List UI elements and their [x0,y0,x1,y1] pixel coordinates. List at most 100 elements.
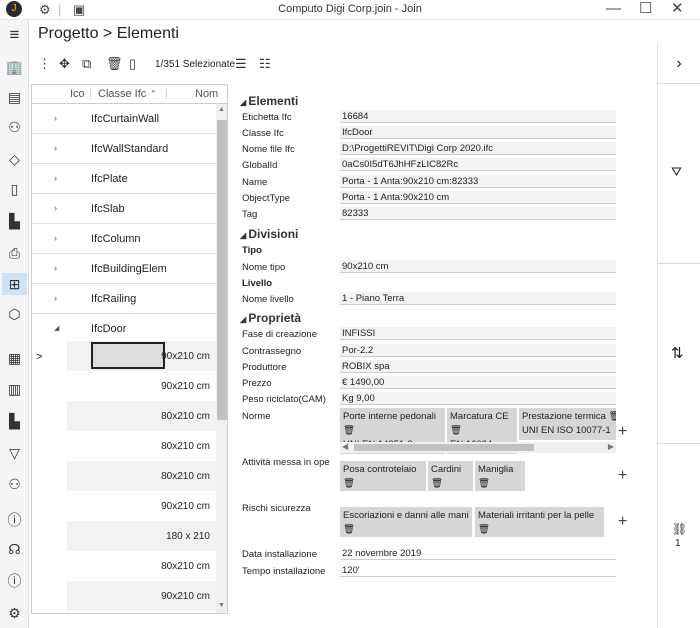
trash-icon[interactable]: 🗑 [431,478,443,489]
scrollbar-thumb[interactable] [217,120,227,420]
door-row[interactable]: 80x210 cm [67,551,216,581]
hamburger-menu-icon[interactable]: ≡ [2,24,27,46]
book-icon[interactable]: ▯ [2,178,27,200]
prop-value[interactable]: Por-2.2 [340,344,616,357]
prop-value[interactable]: Kg 9,00 [340,392,616,405]
headset-icon[interactable]: ☊ [2,538,27,560]
info-icon[interactable]: ⓘ [2,570,27,592]
filter-icon[interactable]: ▽ [2,442,27,464]
trash-icon[interactable]: 🗑 [343,425,355,436]
attachment-icon[interactable]: ⛓ [672,522,687,536]
scrollbar-thumb[interactable] [354,444,534,451]
attivita-tag[interactable]: Posa controtelaio 🗑 [340,461,426,491]
list-export-icon[interactable]: ☰ [235,54,247,74]
minimize-button[interactable]: — [606,1,621,17]
chevron-right-icon[interactable]: › [54,233,57,243]
trash-icon[interactable]: 🗑 [343,524,355,535]
add-norma-button[interactable]: + [618,424,627,440]
gear-icon[interactable]: ⚙ [2,602,27,624]
door-row[interactable]: 80x210 cm [67,401,216,431]
prop-value[interactable]: Porta - 1 Anta:90x210 cm [340,191,616,204]
trash-icon[interactable]: 🗑 [343,478,355,489]
list-settings-icon[interactable]: ☷ [259,54,271,74]
breadcrumb[interactable]: Progetto > Elementi [38,25,179,43]
report-icon[interactable]: ▙ [2,410,27,432]
maximize-button[interactable]: ☐ [639,1,652,17]
rischio-tag[interactable]: Escoriazioni e danni alle mani 🗑 [340,507,472,537]
column-classe-ifc[interactable]: Classe Ifc [98,88,146,100]
section-divisioni[interactable]: ◢ Divisioni [240,227,298,241]
door-row[interactable]: 90x210 cm [67,341,216,371]
section-elementi[interactable]: ◢ Elementi [240,94,298,108]
prop-value[interactable]: 1 - Piano Terra [340,292,616,305]
tree-row[interactable]: › IfcBuildingElem [32,254,216,284]
prop-value[interactable]: 22 novembre 2019 [340,547,616,560]
grid-icon[interactable]: ▦ [2,347,27,369]
chevron-down-icon[interactable]: ◢ [54,324,59,332]
sort-up-icon[interactable]: ⌃ [150,89,157,98]
document-icon[interactable]: ▤ [2,86,27,108]
column-ico[interactable]: Ico [70,88,85,100]
copy-icon[interactable]: ⧉ [82,54,91,74]
prop-value[interactable]: 90x210 cm [340,260,616,273]
help-icon[interactable]: ⓘ [2,509,27,531]
clipboard-icon[interactable]: ▯ [129,54,136,74]
prop-value[interactable]: 120' [340,564,616,577]
rischio-tag[interactable]: Materiali irritanti per la pelle 🗑 [475,507,604,537]
scroll-up-icon[interactable]: ▲ [218,106,225,113]
tree-row[interactable]: › IfcPlate [32,164,216,194]
printer-icon[interactable]: ⎙ [2,242,27,264]
tag-icon[interactable]: ◇ [2,148,27,170]
door-row[interactable]: 80x210 cm [67,461,216,491]
chevron-right-icon[interactable]: › [658,44,700,84]
chart-icon[interactable]: ▙ [2,210,27,232]
prop-value[interactable]: IfcDoor [340,126,616,139]
add-attivita-button[interactable]: + [618,468,627,484]
hierarchy-icon[interactable]: ⋮ [38,54,51,74]
section-proprieta[interactable]: ◢ Proprietà [240,311,301,325]
door-row[interactable]: 90x210 cm [67,581,216,611]
building-icon[interactable]: 🏢 [2,56,27,78]
chevron-right-icon[interactable]: › [54,143,57,153]
tree-row[interactable]: › IfcColumn [32,224,216,254]
scroll-down-icon[interactable]: ▼ [218,602,225,609]
users-icon[interactable]: ⚇ [2,116,27,138]
chevron-right-icon[interactable]: › [54,293,57,303]
library-icon[interactable]: ▥ [2,378,27,400]
chevron-right-icon[interactable]: › [54,113,57,123]
prop-value[interactable]: 0aCs0I5dT6JhHFzLIC82Rc [340,158,616,171]
vertical-scrollbar[interactable]: ▲ ▼ [216,104,227,613]
prop-value[interactable]: Porta - 1 Anta:90x210 cm:82333 [340,175,616,188]
prop-value[interactable]: € 1490,00 [340,376,616,389]
close-button[interactable]: ✕ [671,1,684,17]
door-row[interactable]: 90x210 cm [67,371,216,401]
team-icon[interactable]: ⚇ [2,473,27,495]
scroll-left-icon[interactable]: ◀ [342,442,348,451]
selected-cell[interactable] [91,342,165,369]
sort-arrows-icon[interactable]: ⇅ [671,344,684,362]
prop-value[interactable]: 16684 [340,110,616,123]
add-rischio-button[interactable]: + [618,514,627,530]
elements-icon[interactable]: ⊞ [2,273,27,295]
door-row[interactable]: 180 x 210 [67,521,216,551]
door-row[interactable]: 80x210 cm [67,431,216,461]
tree-row-expanded[interactable]: ◢ IfcDoor [32,314,216,344]
chevron-right-icon[interactable]: › [54,263,57,273]
norma-tag[interactable]: Prestazione termica 🗑 UNI EN ISO 10077-1 [519,408,616,440]
door-row[interactable]: 90x210 cm [67,491,216,521]
cube-icon[interactable]: ⬡ [2,303,27,325]
chevron-right-icon[interactable]: › [54,173,57,183]
tree-row[interactable]: › IfcCurtainWall [32,104,216,134]
move-icon[interactable]: ✥ [59,54,70,74]
trash-icon[interactable]: 🗑 [478,524,490,535]
chevron-right-icon[interactable]: › [54,203,57,213]
tree-row[interactable]: › IfcWallStandard [32,134,216,164]
trash-icon[interactable]: 🗑 [450,425,462,436]
scroll-right-icon[interactable]: ▶ [608,442,614,451]
prop-value[interactable]: ROBIX spa [340,360,616,373]
tree-row[interactable]: › IfcSlab [32,194,216,224]
prop-value[interactable]: 82333 [340,207,616,220]
attivita-tag[interactable]: Cardini 🗑 [428,461,473,491]
filter-icon[interactable]: ⛛ [671,164,682,180]
prop-value[interactable]: D:\ProgettiREVIT\Digi Corp 2020.ifc [340,142,616,155]
